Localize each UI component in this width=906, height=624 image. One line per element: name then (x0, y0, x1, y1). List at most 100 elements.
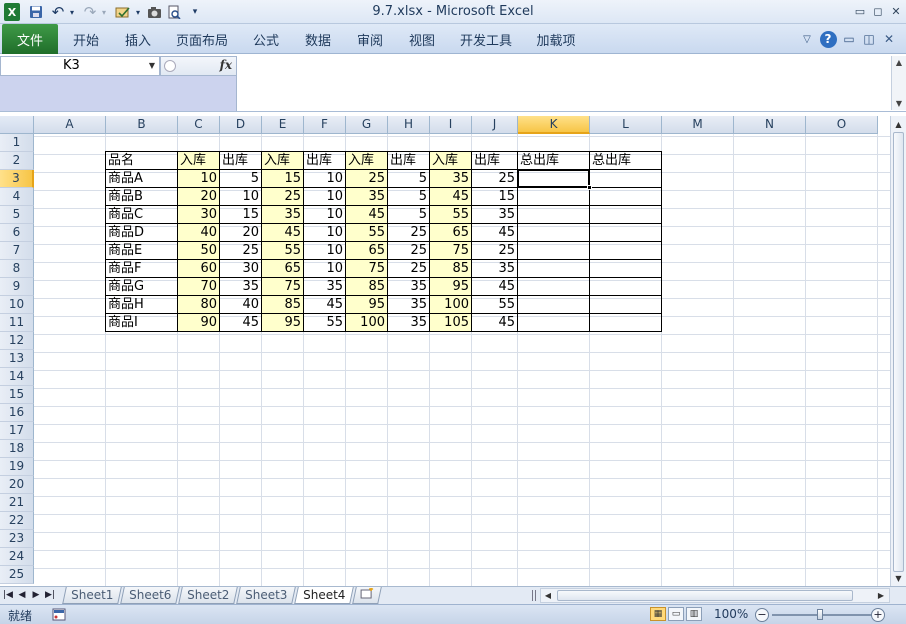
value-cell[interactable]: 70 (178, 278, 220, 296)
row-header-16[interactable]: 16 (0, 404, 34, 422)
row-header-3[interactable]: 3 (0, 170, 34, 188)
normal-view-icon[interactable]: ▦ (650, 607, 666, 621)
value-cell[interactable]: 25 (388, 260, 430, 278)
name-box[interactable]: K3 ▼ (0, 56, 160, 76)
value-cell[interactable]: 10 (304, 260, 346, 278)
row-header-6[interactable]: 6 (0, 224, 34, 242)
value-cell[interactable]: 75 (430, 242, 472, 260)
scroll-right-arrow-icon[interactable]: ▶ (874, 589, 888, 602)
sheet-tab-sheet6[interactable]: Sheet6 (120, 587, 180, 604)
page-layout-view-icon[interactable]: ▭ (668, 607, 684, 621)
column-header-a[interactable]: A (34, 116, 106, 134)
total-out-cell[interactable] (518, 206, 590, 224)
product-name-cell[interactable]: 商品D (106, 224, 178, 242)
row-header-21[interactable]: 21 (0, 494, 34, 512)
vertical-scrollbar[interactable]: ▲ ▼ (890, 116, 906, 586)
ribbon-collapse-icon[interactable]: ▽ (800, 30, 814, 48)
column-header-f[interactable]: F (304, 116, 346, 134)
value-cell[interactable]: 20 (220, 224, 262, 242)
header-cell[interactable]: 入库 (430, 152, 472, 170)
total-out-cell[interactable] (590, 188, 662, 206)
tab-page-layout[interactable]: 页面布局 (170, 24, 234, 54)
row-header-18[interactable]: 18 (0, 440, 34, 458)
product-name-cell[interactable]: 商品F (106, 260, 178, 278)
value-cell[interactable]: 5 (388, 188, 430, 206)
value-cell[interactable]: 90 (178, 314, 220, 332)
value-cell[interactable]: 55 (430, 206, 472, 224)
total-out-cell[interactable] (590, 170, 662, 188)
prev-sheet-icon[interactable]: ◀ (16, 588, 28, 603)
value-cell[interactable]: 55 (304, 314, 346, 332)
value-cell[interactable]: 95 (430, 278, 472, 296)
row-header-14[interactable]: 14 (0, 368, 34, 386)
name-box-dropdown-icon[interactable]: ▼ (149, 57, 155, 75)
total-out-cell[interactable] (518, 170, 590, 188)
value-cell[interactable]: 35 (262, 206, 304, 224)
header-cell[interactable]: 出库 (472, 152, 518, 170)
value-cell[interactable]: 45 (346, 206, 388, 224)
value-cell[interactable]: 15 (220, 206, 262, 224)
value-cell[interactable]: 25 (388, 224, 430, 242)
value-cell[interactable]: 45 (220, 314, 262, 332)
row-header-7[interactable]: 7 (0, 242, 34, 260)
zoom-slider-thumb[interactable] (817, 609, 823, 620)
value-cell[interactable]: 10 (220, 188, 262, 206)
row-header-12[interactable]: 12 (0, 332, 34, 350)
value-cell[interactable]: 10 (304, 170, 346, 188)
page-break-view-icon[interactable]: ▥ (686, 607, 702, 621)
value-cell[interactable]: 35 (304, 278, 346, 296)
zoom-in-icon[interactable]: + (871, 608, 885, 622)
header-cell[interactable]: 入库 (178, 152, 220, 170)
tab-file[interactable]: 文件 (2, 24, 58, 54)
value-cell[interactable]: 65 (430, 224, 472, 242)
formula-bar-scroll[interactable]: ▲ ▼ (891, 56, 906, 110)
product-name-cell[interactable]: 商品B (106, 188, 178, 206)
value-cell[interactable]: 50 (178, 242, 220, 260)
column-header-l[interactable]: L (590, 116, 662, 134)
total-out-cell[interactable] (590, 296, 662, 314)
total-out-cell[interactable] (590, 242, 662, 260)
value-cell[interactable]: 5 (388, 206, 430, 224)
workbook-minimize-icon[interactable]: ▭ (842, 30, 856, 48)
minimize-icon[interactable]: ▭ (852, 4, 868, 18)
value-cell[interactable]: 35 (388, 278, 430, 296)
scroll-left-arrow-icon[interactable]: ◀ (541, 589, 555, 602)
column-header-h[interactable]: H (388, 116, 430, 134)
value-cell[interactable]: 95 (262, 314, 304, 332)
row-header-23[interactable]: 23 (0, 530, 34, 548)
value-cell[interactable]: 40 (220, 296, 262, 314)
row-header-10[interactable]: 10 (0, 296, 34, 314)
value-cell[interactable]: 85 (262, 296, 304, 314)
total-out-cell[interactable] (590, 278, 662, 296)
insert-function-icon[interactable]: fx (220, 58, 232, 72)
row-header-17[interactable]: 17 (0, 422, 34, 440)
value-cell[interactable]: 45 (472, 278, 518, 296)
header-cell[interactable]: 入库 (262, 152, 304, 170)
sheet-tab-sheet4[interactable]: Sheet4 (294, 587, 354, 604)
value-cell[interactable]: 95 (346, 296, 388, 314)
zoom-out-icon[interactable]: − (755, 608, 769, 622)
row-header-24[interactable]: 24 (0, 548, 34, 566)
tab-split-handle[interactable] (532, 590, 536, 601)
first-sheet-icon[interactable]: |◀ (2, 588, 14, 603)
total-out-cell[interactable] (518, 224, 590, 242)
header-cell[interactable]: 总出库 (518, 152, 590, 170)
value-cell[interactable]: 35 (388, 296, 430, 314)
fill-handle[interactable] (587, 185, 592, 190)
column-header-e[interactable]: E (262, 116, 304, 134)
select-all-corner[interactable] (0, 116, 34, 134)
value-cell[interactable]: 75 (262, 278, 304, 296)
value-cell[interactable]: 10 (304, 242, 346, 260)
worksheet-grid[interactable]: ABCDEFGHIJKLMNO 1 2 3 4 5 6 7 8 9 10 11 12 13 14 15 16 1… (0, 116, 890, 586)
tab-review[interactable]: 审阅 (348, 24, 392, 54)
tab-developer[interactable]: 开发工具 (452, 24, 520, 54)
tab-home[interactable]: 开始 (64, 24, 108, 54)
value-cell[interactable]: 45 (262, 224, 304, 242)
macro-record-icon[interactable] (52, 608, 66, 621)
value-cell[interactable]: 20 (178, 188, 220, 206)
total-out-cell[interactable] (590, 224, 662, 242)
zoom-level[interactable]: 100% (714, 607, 748, 621)
help-icon[interactable]: ? (818, 30, 838, 48)
total-out-cell[interactable] (590, 260, 662, 278)
column-header-k[interactable]: K (518, 116, 590, 134)
